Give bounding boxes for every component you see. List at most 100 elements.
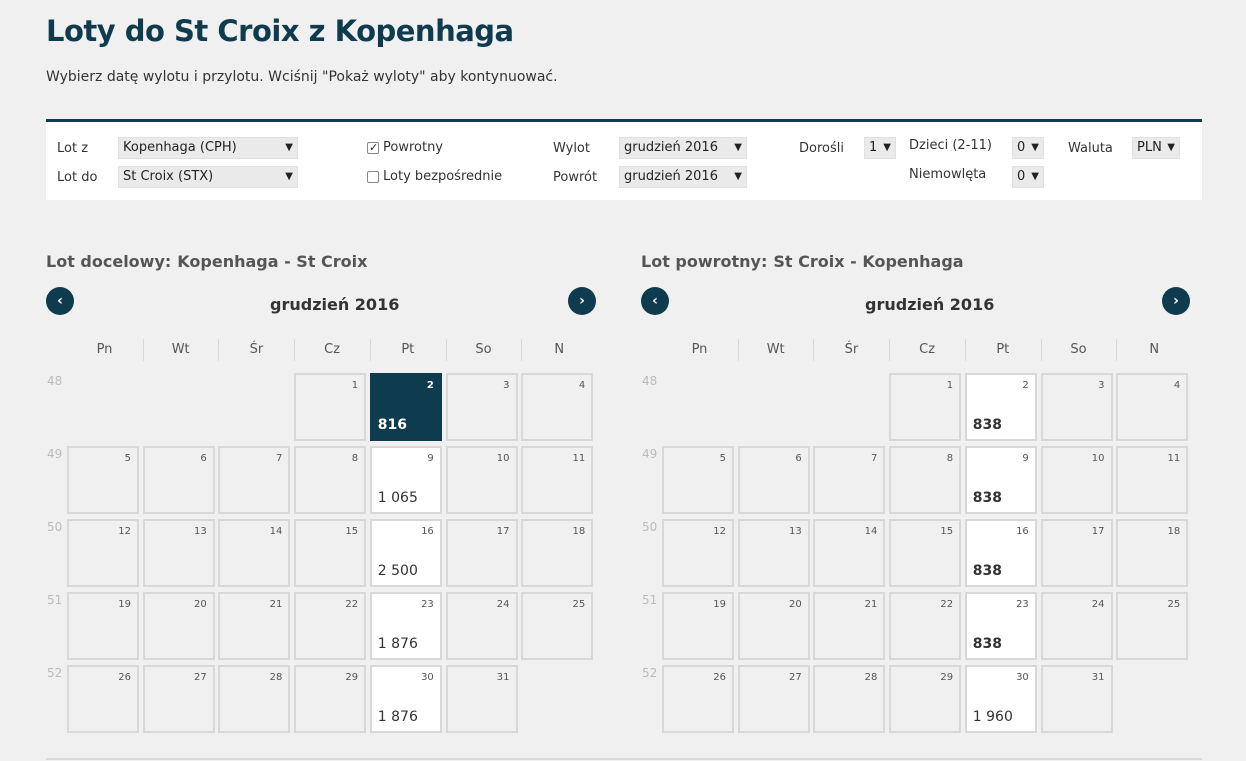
calendar-day-10[interactable]: 10 [1040,446,1113,514]
calendar-day-27[interactable]: 27 [142,665,215,733]
to-select[interactable]: St Croix (STX) ▼ [118,166,298,188]
calendar-day-26[interactable]: 26 [662,665,734,733]
calendar-day-18[interactable]: 18 [521,519,594,587]
calendar-day-20[interactable]: 20 [737,592,810,660]
week-number: 48 [47,374,63,388]
calendar-day-29[interactable]: 29 [294,665,367,733]
return-month-select[interactable]: grudzień 2016 ▼ [619,166,747,188]
calendar-day-6[interactable]: 6 [737,446,810,514]
calendar-day-21[interactable]: 21 [813,592,886,660]
calendar-day-12[interactable]: 12 [662,519,734,587]
calendar-day-7[interactable]: 7 [218,446,291,514]
checkbox-checked-icon[interactable] [367,140,379,156]
calendar-day-18[interactable]: 18 [1116,519,1189,587]
calendar-day-1[interactable]: 1 [889,373,962,441]
calendar-day-1[interactable]: 1 [294,373,367,441]
calendar-day-16[interactable]: 16 838 [964,519,1037,587]
calendar-day-11[interactable]: 11 [521,446,594,514]
calendar-day-15[interactable]: 15 [294,519,367,587]
calendar-day-4[interactable]: 4 [1116,373,1189,441]
calendar-day-14[interactable]: 14 [813,519,886,587]
calendar-day-9[interactable]: 9 838 [964,446,1037,514]
return-checkbox[interactable]: Powrotny [367,140,443,156]
calendar-day-23[interactable]: 23 1 876 [369,592,442,660]
calendar-day-28[interactable]: 28 [218,665,291,733]
calendar-day-3[interactable]: 3 [1040,373,1113,441]
day-number: 30 [1016,672,1029,683]
week-number: 52 [47,666,63,680]
calendar-day-11[interactable]: 11 [1116,446,1189,514]
calendar-day-6[interactable]: 6 [142,446,215,514]
day-number: 8 [351,453,359,464]
day-number: 8 [946,453,954,464]
calendar-day-22[interactable]: 22 [294,592,367,660]
calendar-day-3[interactable]: 3 [445,373,518,441]
calendar-day-8[interactable]: 8 [294,446,367,514]
outbound-next-month-button[interactable]: › [568,287,596,315]
children-select[interactable]: 0 ▼ [1012,137,1044,159]
calendar-day-16[interactable]: 16 2 500 [369,519,442,587]
page-subtitle: Wybierz datę wylotu i przylotu. Wciśnij … [46,69,558,85]
chevron-down-icon: ▼ [1031,171,1039,182]
direct-flights-checkbox[interactable]: Loty bezpośrednie [367,169,502,185]
calendar-day-17[interactable]: 17 [445,519,518,587]
calendar-day-19[interactable]: 19 [67,592,139,660]
calendar-day-31[interactable]: 31 [1040,665,1113,733]
day-number: 24 [1091,599,1105,610]
calendar-day-30[interactable]: 30 1 960 [964,665,1037,733]
day-number: 2 [1022,380,1029,391]
calendar-day-13[interactable]: 13 [142,519,215,587]
calendar-day-9[interactable]: 9 1 065 [369,446,442,514]
calendar-day-25[interactable]: 25 [521,592,594,660]
calendar-day-12[interactable]: 12 [67,519,139,587]
calendar-day-2[interactable]: 2 838 [964,373,1037,441]
calendar-day-7[interactable]: 7 [813,446,886,514]
checkbox-unchecked-icon[interactable] [367,171,379,183]
day-price: 838 [972,636,1003,652]
calendar-day-24[interactable]: 24 [445,592,518,660]
day-number: 10 [1091,453,1105,464]
calendar-day-31[interactable]: 31 [445,665,518,733]
depart-month-select[interactable]: grudzień 2016 ▼ [619,137,747,159]
calendar-day-17[interactable]: 17 [1040,519,1113,587]
day-number: 21 [269,599,283,610]
day-number: 26 [118,672,131,683]
calendar-day-19[interactable]: 19 [662,592,734,660]
day-number: 12 [118,526,131,537]
inbound-next-month-button[interactable]: › [1162,287,1190,315]
return-checkbox-label: Powrotny [383,140,444,155]
chevron-left-icon: ‹ [652,293,658,309]
calendar-day-15[interactable]: 15 [889,519,962,587]
outbound-prev-month-button[interactable]: ‹ [46,287,74,315]
calendar-day-14[interactable]: 14 [218,519,291,587]
calendar-day-30[interactable]: 30 1 876 [369,665,442,733]
adults-select[interactable]: 1 ▼ [864,137,896,159]
day-number: 3 [1098,380,1105,391]
day-number: 4 [578,380,586,391]
calendar-day-26[interactable]: 26 [67,665,139,733]
calendar-day-29[interactable]: 29 [889,665,962,733]
calendar-day-27[interactable]: 27 [737,665,810,733]
calendar-day-21[interactable]: 21 [218,592,291,660]
day-number: 25 [1167,599,1181,610]
calendar-day-20[interactable]: 20 [142,592,215,660]
calendar-day-25[interactable]: 25 [1116,592,1189,660]
calendar-day-4[interactable]: 4 [521,373,594,441]
inbound-prev-month-button[interactable]: ‹ [641,287,669,315]
day-number: 30 [421,672,434,683]
calendar-day-5[interactable]: 5 [662,446,734,514]
calendar-day-22[interactable]: 22 [889,592,962,660]
calendar-day-8[interactable]: 8 [889,446,962,514]
from-select[interactable]: Kopenhaga (CPH) ▼ [118,137,298,159]
calendar-day-5[interactable]: 5 [67,446,139,514]
calendar-day-24[interactable]: 24 [1040,592,1113,660]
currency-select[interactable]: PLN ▼ [1132,137,1180,159]
infants-select[interactable]: 0 ▼ [1012,166,1044,188]
calendar-day-28[interactable]: 28 [813,665,886,733]
calendar-day-13[interactable]: 13 [737,519,810,587]
calendar-day-10[interactable]: 10 [445,446,518,514]
calendar-day-23[interactable]: 23 838 [964,592,1037,660]
day-number: 1 [946,380,954,391]
calendar-day-2[interactable]: 2 816 [369,373,442,441]
day-number: 28 [864,672,878,683]
